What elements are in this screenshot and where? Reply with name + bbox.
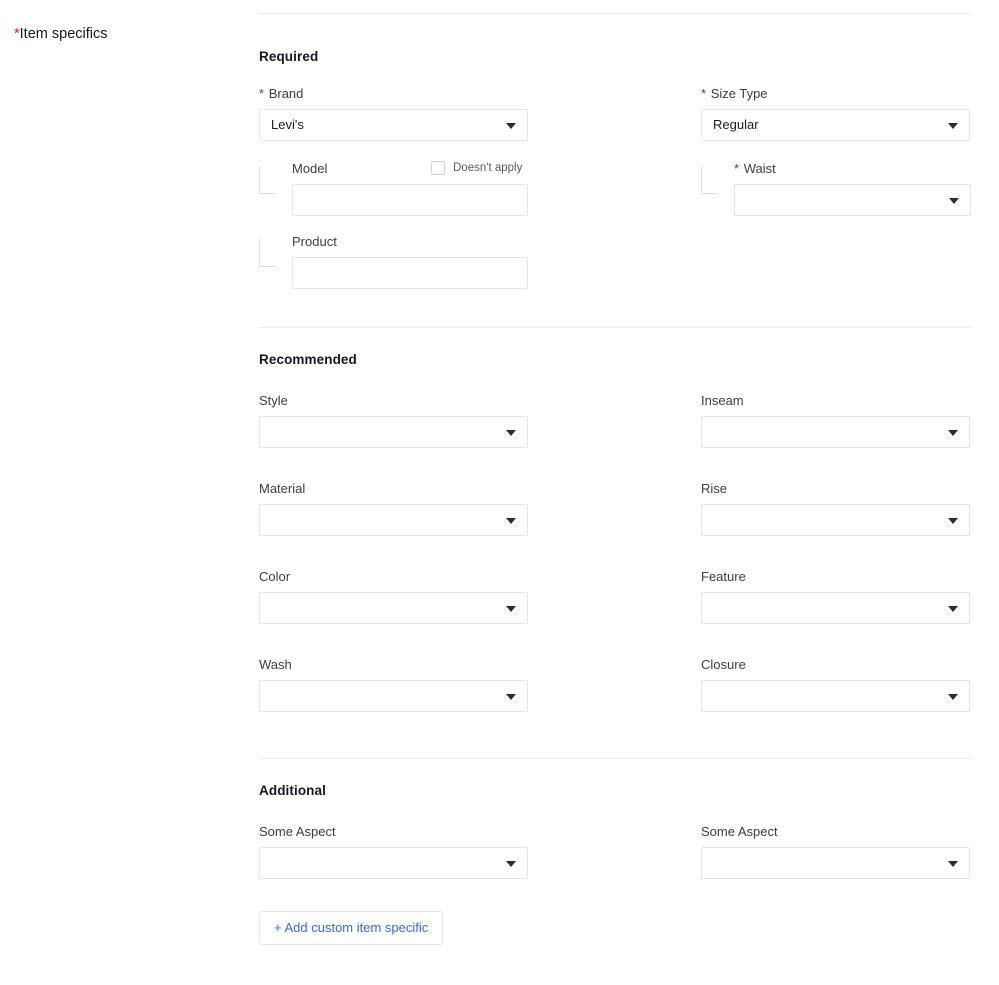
label-brand-text: Brand (268, 86, 304, 101)
chevron-down-icon (506, 861, 516, 867)
select-size-type-value: Regular (713, 117, 759, 132)
section-title-required: Required (259, 49, 319, 64)
chevron-down-icon (506, 694, 516, 700)
size-type-required-star: * (701, 86, 707, 101)
item-specifics-form: Required * Brand Levi's * Size Type Regu… (259, 0, 971, 945)
select-brand[interactable]: Levi's (259, 109, 528, 141)
section-recommended: Recommended Style Inseam Material Rise C… (259, 352, 971, 712)
select-closure[interactable] (701, 680, 970, 712)
doesnt-apply-row[interactable]: Doesn't apply (431, 161, 522, 175)
field-product: Product (259, 234, 701, 289)
label-size-type: * Size Type (701, 86, 971, 102)
section-title-additional: Additional (259, 783, 326, 798)
label-product: Product (292, 234, 337, 249)
input-product[interactable] (292, 257, 528, 289)
item-specifics-section-label: *Item specifics (14, 25, 108, 43)
label-inseam: Inseam (701, 393, 744, 408)
label-some-aspect-left: Some Aspect (259, 824, 336, 839)
section-required: Required * Brand Levi's * Size Type Regu… (259, 49, 971, 289)
label-color: Color (259, 569, 291, 584)
chevron-down-icon (506, 430, 516, 436)
field-closure: Closure (701, 657, 971, 712)
select-rise[interactable] (701, 504, 970, 536)
section-title-recommended: Recommended (259, 352, 357, 367)
add-custom-item-specific-button[interactable]: + Add custom item specific (259, 911, 444, 945)
select-brand-value: Levi's (271, 117, 304, 132)
label-style: Style (259, 393, 288, 408)
select-some-aspect-left[interactable] (259, 847, 528, 879)
field-brand: * Brand Levi's (259, 86, 701, 141)
chevron-down-icon (506, 606, 516, 612)
waist-required-star: * (734, 161, 740, 176)
divider-top (259, 13, 971, 14)
label-some-aspect-right: Some Aspect (701, 824, 778, 839)
field-rise: Rise (701, 481, 971, 536)
select-inseam[interactable] (701, 416, 970, 448)
label-material: Material (259, 481, 306, 496)
chevron-down-icon (948, 430, 958, 436)
field-model: Model Doesn't apply (259, 161, 701, 216)
label-rise: Rise (701, 481, 728, 496)
field-some-aspect-right: Some Aspect (701, 824, 971, 879)
item-specifics-title: Item specifics (19, 26, 108, 42)
field-color: Color (259, 569, 701, 624)
doesnt-apply-checkbox[interactable] (431, 161, 445, 175)
field-style: Style (259, 393, 701, 448)
label-closure: Closure (701, 657, 746, 672)
brand-required-star: * (259, 86, 265, 101)
chevron-down-icon (948, 694, 958, 700)
label-brand: * Brand (259, 86, 701, 102)
nested-connector-icon (259, 239, 276, 267)
label-waist: * Waist (734, 161, 971, 177)
doesnt-apply-label: Doesn't apply (453, 162, 523, 174)
select-some-aspect-right[interactable] (701, 847, 970, 879)
select-waist[interactable] (734, 184, 971, 216)
chevron-down-icon (948, 123, 958, 129)
select-material[interactable] (259, 504, 528, 536)
select-color[interactable] (259, 592, 528, 624)
chevron-down-icon (948, 861, 958, 867)
select-size-type[interactable]: Regular (701, 109, 970, 141)
chevron-down-icon (506, 518, 516, 524)
section-additional: Additional Some Aspect Some Aspect + Add… (259, 783, 971, 945)
divider-recommended (259, 327, 971, 328)
select-wash[interactable] (259, 680, 528, 712)
field-waist: * Waist (701, 161, 971, 216)
select-style[interactable] (259, 416, 528, 448)
chevron-down-icon (506, 123, 516, 129)
field-wash: Wash (259, 657, 701, 712)
chevron-down-icon (948, 518, 958, 524)
chevron-down-icon (949, 198, 959, 204)
label-size-type-text: Size Type (710, 86, 768, 101)
divider-additional (259, 758, 971, 759)
nested-connector-icon (701, 166, 718, 194)
select-feature[interactable] (701, 592, 970, 624)
field-feature: Feature (701, 569, 971, 624)
field-size-type: * Size Type Regular (701, 86, 971, 141)
input-model[interactable] (292, 184, 528, 216)
field-some-aspect-left: Some Aspect (259, 824, 701, 879)
nested-connector-icon (259, 166, 276, 194)
label-feature: Feature (701, 569, 746, 584)
field-inseam: Inseam (701, 393, 971, 448)
label-waist-text: Waist (743, 161, 776, 176)
chevron-down-icon (948, 606, 958, 612)
label-wash: Wash (259, 657, 292, 672)
field-material: Material (259, 481, 701, 536)
